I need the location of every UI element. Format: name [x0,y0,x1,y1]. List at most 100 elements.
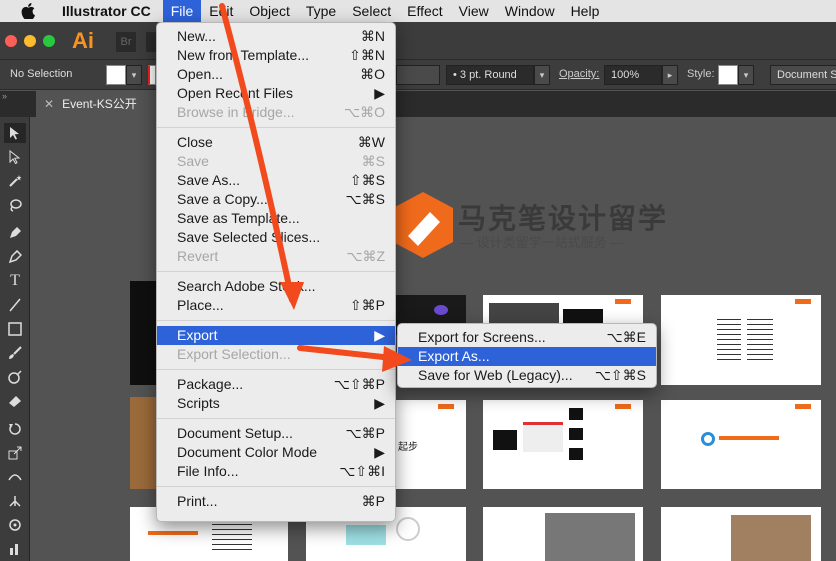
menu-item-label: Export [177,327,218,343]
menu-edit[interactable]: Edit [201,0,241,22]
menu-item-label: Save As... [177,172,241,188]
menu-effect[interactable]: Effect [399,0,451,22]
menu-window[interactable]: Window [497,0,563,22]
panel-collapse-icon[interactable]: » [2,91,7,101]
stroke-swatch[interactable] [148,65,156,85]
watermark-logo-icon [390,190,456,265]
menu-item-open-recent-files[interactable]: Open Recent Files ▶ [157,84,395,103]
width-tool-icon[interactable] [4,467,26,487]
style-label: Style: [687,68,715,80]
line-tool-icon[interactable] [4,295,26,315]
menu-item-label: Export Selection... [177,346,291,362]
menu-item-save-selected-slices[interactable]: Save Selected Slices... [157,228,395,247]
menu-item-search-adobe-stock[interactable]: Search Adobe Stock... [157,277,395,296]
menu-item-package[interactable]: Package... ⌥⇧⌘P [157,375,395,394]
menu-item-place[interactable]: Place... ⇧⌘P [157,296,395,315]
menu-item-new[interactable]: New... ⌘N [157,27,395,46]
app-menu[interactable]: Illustrator CC [54,0,163,22]
rectangle-tool-icon[interactable] [4,319,26,339]
artboard-thumbnail[interactable] [661,507,821,561]
artboard-thumbnail[interactable] [661,400,821,489]
fill-dropdown[interactable]: ▾ [126,65,142,85]
menu-item-save-a-copy[interactable]: Save a Copy... ⌥⌘S [157,190,395,209]
export-submenu: Export for Screens... ⌥⌘E Export As... Save… [397,323,657,388]
direct-selection-tool-icon[interactable] [4,147,26,167]
artboard-thumbnail[interactable] [661,295,821,385]
artboard-thumbnail[interactable] [483,507,643,561]
menu-item-print[interactable]: Print... ⌘P [157,492,395,511]
close-tab-icon[interactable]: ✕ [44,97,54,111]
submenu-item-export-as[interactable]: Export As... [398,347,656,366]
submenu-arrow-icon: ▶ [374,444,385,460]
type-tool-icon[interactable]: T [4,271,26,291]
menu-type[interactable]: Type [298,0,344,22]
pen-tool-icon[interactable] [4,223,26,243]
menu-item-label: Open... [177,66,223,82]
menu-item-file-info[interactable]: File Info... ⌥⇧⌘I [157,462,395,481]
menu-item-open[interactable]: Open... ⌘O [157,65,395,84]
menu-file[interactable]: File [162,0,202,22]
curvature-tool-icon[interactable] [4,247,26,267]
menu-item-shortcut: ⌥⇧⌘S [594,367,646,383]
scale-tool-icon[interactable] [4,443,26,463]
menu-item-export-selection: Export Selection... [157,345,395,364]
menu-item-shortcut: ⌥⌘S [345,191,385,207]
stroke-weight-field[interactable] [396,65,440,85]
menu-item-shortcut: ⇧⌘S [349,172,385,188]
document-tab[interactable]: ✕Event-KS公开课.ai [36,91,160,137]
file-menu: New... ⌘N New from Template... ⇧⌘N Open... ⌘O… [156,22,396,522]
magic-wand-tool-icon[interactable] [4,171,26,191]
column-graph-tool-icon[interactable] [4,539,26,559]
menu-item-label: Print... [177,493,218,509]
minimize-window-button[interactable] [24,35,36,47]
menu-view[interactable]: View [451,0,497,22]
menu-item-scripts[interactable]: Scripts ▶ [157,394,395,413]
stroke-profile-field[interactable]: • 3 pt. Round [446,65,534,85]
menu-item-label: Search Adobe Stock... [177,278,316,294]
menu-item-new-from-template[interactable]: New from Template... ⇧⌘N [157,46,395,65]
submenu-item-export-for-screens[interactable]: Export for Screens... ⌥⌘E [398,328,656,347]
menu-item-label: Save a Copy... [177,191,268,207]
apple-icon[interactable] [18,0,38,22]
close-window-button[interactable] [5,35,17,47]
menu-item-shortcut: ⌘P [361,493,385,509]
zoom-window-button[interactable] [43,35,55,47]
menu-item-shortcut: ⌘N [360,28,385,44]
submenu-arrow-icon: ▶ [374,327,385,343]
menu-select[interactable]: Select [344,0,399,22]
submenu-item-save-for-web-legacy[interactable]: Save for Web (Legacy)... ⌥⇧⌘S [398,366,656,385]
opacity-field[interactable]: 100% [604,65,662,85]
document-setup-button[interactable]: Document S [770,65,836,85]
menu-item-save-as[interactable]: Save As... ⇧⌘S [157,171,395,190]
opacity-dropdown[interactable]: ▸ [662,65,678,85]
menu-item-label: File Info... [177,463,239,479]
menu-help[interactable]: Help [563,0,608,22]
menu-item-label: Close [177,134,213,150]
selection-tool-icon[interactable] [4,123,26,143]
rotate-tool-icon[interactable] [4,419,26,439]
menu-item-shortcut: ⌥⌘P [345,425,385,441]
menu-item-label: Scripts [177,395,220,411]
style-swatch[interactable] [718,65,738,85]
paintbrush-tool-icon[interactable] [4,343,26,363]
menu-separator [157,271,395,272]
menu-item-document-color-mode[interactable]: Document Color Mode ▶ [157,443,395,462]
menu-object[interactable]: Object [241,0,297,22]
menu-item-export[interactable]: Export ▶ [157,326,395,345]
menu-item-shortcut: ⌥⌘O [343,104,385,120]
artboard-thumbnail[interactable] [483,400,643,489]
opacity-label[interactable]: Opacity: [559,68,599,80]
puppet-warp-tool-icon[interactable] [4,491,26,511]
menu-item-save-as-template[interactable]: Save as Template... [157,209,395,228]
menu-item-document-setup[interactable]: Document Setup... ⌥⌘P [157,424,395,443]
menu-item-close[interactable]: Close ⌘W [157,133,395,152]
shaper-tool-icon[interactable] [4,367,26,387]
eraser-tool-icon[interactable] [4,391,26,411]
artboard-thumbnail[interactable]: 起步 [396,400,466,489]
fill-swatch[interactable] [106,65,126,85]
stroke-profile-dropdown[interactable]: ▾ [534,65,550,85]
bridge-button[interactable]: Br [116,32,136,52]
symbol-sprayer-tool-icon[interactable] [4,515,26,535]
lasso-tool-icon[interactable] [4,195,26,215]
style-dropdown[interactable]: ▾ [738,65,754,85]
